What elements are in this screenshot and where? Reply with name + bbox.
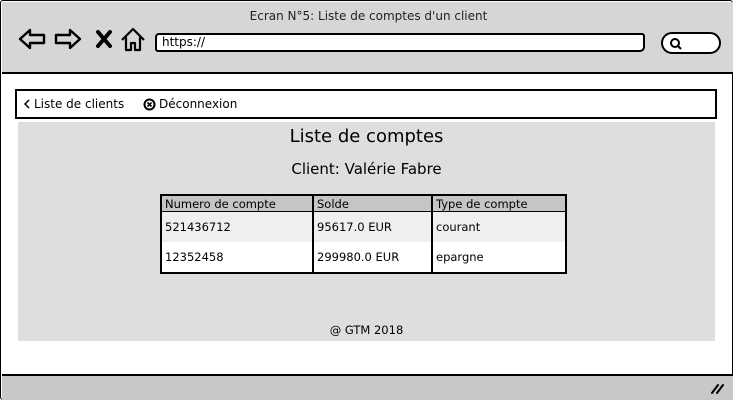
- page-title: Liste de comptes: [289, 126, 444, 147]
- app-nav-bar: Liste de clients Déconnexion: [15, 89, 717, 119]
- back-to-clients-link[interactable]: Liste de clients: [23, 97, 124, 111]
- home-icon[interactable]: [118, 24, 148, 54]
- resize-grip-icon[interactable]: [709, 382, 725, 394]
- account-number-cell: 521436712: [161, 211, 314, 242]
- column-header-account-number: Numero de compte: [161, 195, 314, 212]
- balance-cell: 95617.0 EUR: [313, 211, 433, 242]
- status-bar: [2, 374, 733, 400]
- main-content: Liste de comptes Client: Valérie Fabre N…: [18, 122, 715, 341]
- footer-copyright: @ GTM 2018: [329, 323, 404, 337]
- column-header-account-type: Type de compte: [432, 195, 566, 212]
- close-circle-icon: [143, 98, 156, 110]
- url-input[interactable]: https://: [155, 33, 645, 52]
- back-arrow-icon[interactable]: [17, 24, 47, 54]
- table-header-row: Numero de compte Solde Type de compte: [161, 195, 566, 212]
- accounts-table: Numero de compte Solde Type de compte 52…: [160, 194, 567, 274]
- chevron-left-icon: [23, 99, 30, 109]
- account-number-cell: 12352458: [161, 242, 314, 273]
- forward-arrow-icon[interactable]: [53, 24, 83, 54]
- balance-cell: 299980.0 EUR: [313, 242, 433, 273]
- client-name: Client: Valérie Fabre: [291, 160, 442, 178]
- back-link-label: Liste de clients: [34, 97, 125, 111]
- account-type-cell: courant: [432, 211, 566, 242]
- table-row[interactable]: 521436712 95617.0 EUR courant: [161, 211, 566, 242]
- browser-toolbar: Ecran N°5: Liste de comptes d'un client …: [2, 2, 733, 74]
- table-row[interactable]: 12352458 299980.0 EUR epargne: [161, 242, 566, 273]
- window-title: Ecran N°5: Liste de comptes d'un client: [249, 9, 488, 23]
- logout-link[interactable]: Déconnexion: [143, 97, 237, 111]
- account-type-cell: epargne: [432, 242, 566, 273]
- close-icon[interactable]: [90, 24, 120, 54]
- browser-window: Ecran N°5: Liste de comptes d'un client …: [0, 0, 733, 400]
- logout-label: Déconnexion: [159, 97, 238, 111]
- search-field[interactable]: [661, 32, 721, 54]
- column-header-balance: Solde: [313, 195, 433, 212]
- search-icon: [670, 38, 682, 50]
